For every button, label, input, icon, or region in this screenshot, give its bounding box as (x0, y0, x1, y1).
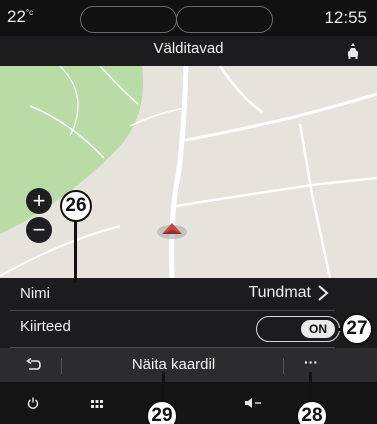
position-marker (157, 223, 187, 239)
road-branch-3 (175, 176, 377, 208)
zoom-out-button[interactable]: − (26, 217, 52, 243)
road-branch-2 (218, 66, 263, 114)
road-branch-6 (0, 225, 121, 277)
callout-28: 28 (296, 400, 328, 424)
title-bar: Välditavad (0, 36, 377, 66)
action-divider-right (283, 358, 284, 374)
highways-label: Kiirteed (20, 318, 71, 335)
status-bar: 22°c 12:55 (0, 0, 377, 36)
action-divider-left (61, 358, 62, 374)
road-branch-4 (298, 123, 314, 195)
name-row[interactable]: Nimi Tundmat (10, 278, 335, 311)
more-options-icon[interactable]: ··· (303, 355, 319, 370)
clock: 12:55 (324, 8, 367, 27)
avoidance-settings-panel: Nimi Tundmat Kiirteed ON 27 (0, 278, 377, 348)
temperature-readout: 22°c (7, 7, 33, 27)
action-bar: Näita kaardil ··· (0, 348, 377, 382)
back-arrow-icon[interactable] (26, 358, 42, 372)
show-on-map-button[interactable]: Näita kaardil (66, 356, 281, 373)
power-icon[interactable] (27, 397, 39, 409)
map-canvas (0, 66, 377, 278)
head-unit-screen: 22°c 12:55 Välditavad + − Nimi Tundmat K… (0, 0, 377, 424)
map-view[interactable] (0, 66, 377, 278)
callout-26-leader (74, 221, 77, 283)
callout-29: 29 (146, 400, 178, 424)
toggle-state: ON (301, 320, 335, 338)
volume-down-icon[interactable] (244, 397, 262, 409)
callout-26: 26 (60, 190, 92, 222)
name-value: Tundmat (248, 284, 311, 301)
car-profile-icon[interactable] (346, 42, 360, 60)
chevron-right-icon (318, 285, 329, 301)
callout-29-leader (162, 372, 165, 402)
callout-28-leader (309, 372, 312, 402)
status-widget-left[interactable] (80, 6, 177, 33)
highways-toggle[interactable]: ON (256, 316, 340, 342)
status-widget-right[interactable] (176, 6, 273, 33)
temperature-value: 22 (7, 7, 26, 26)
road-main (169, 66, 189, 278)
callout-27: 27 (341, 313, 373, 345)
road-branch-1 (179, 92, 377, 143)
name-label: Nimi (20, 285, 50, 302)
road-branch-5 (310, 193, 332, 278)
apps-grid-icon[interactable] (91, 399, 103, 409)
page-title: Välditavad (153, 40, 224, 57)
temperature-unit: °c (25, 8, 34, 17)
zoom-in-button[interactable]: + (26, 188, 52, 214)
